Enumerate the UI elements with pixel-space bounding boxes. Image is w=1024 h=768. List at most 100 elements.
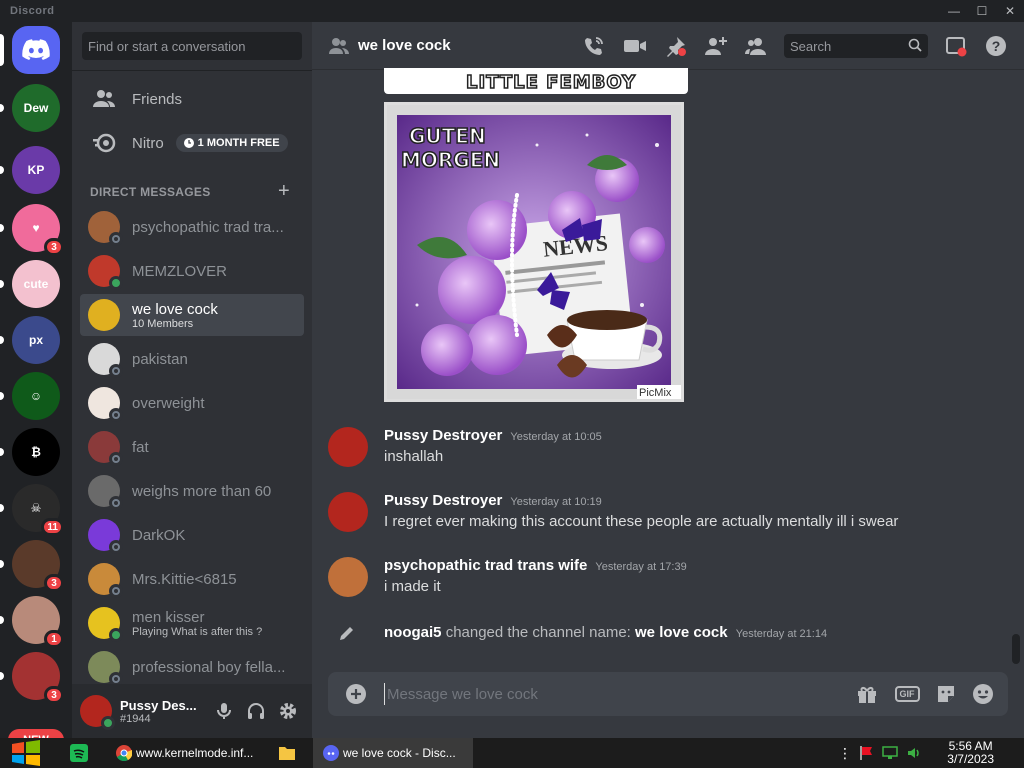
create-dm-button[interactable]: + [278,180,290,203]
server-initials: Dew [23,101,49,115]
sticker-icon[interactable] [934,682,958,706]
microphone-icon[interactable] [212,699,236,723]
dm-name: DarkOK [132,526,186,544]
member-list-icon[interactable] [744,34,768,58]
server-initials: ☺ [29,389,43,403]
message-avatar[interactable] [328,557,368,597]
mention-badge: 3 [44,574,64,592]
message-author[interactable]: psychopathic trad trans wife [384,557,587,574]
message-avatar[interactable] [328,427,368,467]
direct-messages-header: DIRECT MESSAGES [90,185,211,199]
windows-logo-icon [12,740,40,766]
discord-window-title: we love cock - Disc... [343,746,456,760]
settings-gear-icon[interactable] [276,699,300,723]
add-friends-to-dm-icon[interactable] [704,34,728,58]
server-icon[interactable]: ₿ [0,428,60,476]
dm-subtitle: Playing What is after this ? [132,625,263,638]
unread-indicator [0,672,4,680]
spotify-taskbar-icon[interactable] [70,738,92,768]
pinned-messages-icon[interactable] [664,34,688,58]
close-button[interactable]: ✕ [996,0,1024,22]
minimize-button[interactable]: — [940,0,968,22]
scrollbar-thumb[interactable] [1012,634,1020,664]
dm-list-item[interactable]: overweight [80,382,304,424]
start-button[interactable] [10,738,44,768]
dm-avatar [88,211,123,246]
message-author[interactable]: Pussy Destroyer [384,492,502,509]
headphones-icon[interactable] [244,699,268,723]
add-attachment-icon[interactable] [344,682,368,706]
windows-taskbar: www.kernelmode.inf... we love cock - Dis… [0,738,1024,768]
nitro-nav-item[interactable]: Nitro 1 MONTH FREE [80,122,304,164]
dm-list-item[interactable]: DarkOK [80,514,304,556]
mention-badge: 11 [41,518,64,536]
dm-list-item[interactable]: pakistan [80,338,304,380]
voice-call-icon[interactable] [582,34,606,58]
dm-name: professional boy fella... [132,658,286,676]
nitro-promo-badge: 1 MONTH FREE [175,134,288,152]
dm-subtitle: 10 Members [132,317,194,330]
help-icon[interactable]: ? [984,34,1008,58]
dm-list-item[interactable]: Mrs.Kittie<6815 [80,558,304,600]
server-icon[interactable]: 3 [0,540,64,592]
server-icon[interactable]: cute [0,260,60,308]
user-panel: Pussy Des... #1944 [72,684,312,738]
server-initials: KP [27,163,45,177]
attached-image-banner[interactable]: LITTLE FEMBOY [384,68,688,94]
find-conversation-button[interactable]: Find or start a conversation [82,32,302,60]
network-icon[interactable] [882,738,900,768]
dm-name: overweight [132,394,205,412]
home-button[interactable] [0,26,60,74]
dm-list-item[interactable]: fat [80,426,304,468]
system-action: changed the channel name: [445,624,631,641]
file-explorer-icon[interactable] [278,738,300,768]
message-author[interactable]: Pussy Destroyer [384,427,502,444]
dm-list-item[interactable]: men kisser Playing What is after this ? [80,602,304,644]
guten-morgen-picture: NEWS GUTEN MORGEN PicMix [387,105,681,399]
volume-icon[interactable] [906,738,924,768]
video-call-icon[interactable] [623,34,647,58]
message-avatar[interactable] [328,492,368,532]
message-input[interactable] [384,683,784,705]
attached-gif-image[interactable]: NEWS GUTEN MORGEN PicMix [384,102,684,402]
app-name: Discord [10,5,55,17]
server-icon[interactable]: ☠ 11 [0,484,64,536]
server-icon[interactable]: Dew [0,84,60,132]
presence-indicator [109,628,123,642]
gift-icon[interactable] [855,682,879,706]
action-center-flag-icon[interactable] [858,738,876,768]
server-icon[interactable]: KP [0,146,60,194]
server-icon[interactable]: 3 [0,652,64,704]
dm-name: men kisser [132,608,205,626]
server-icon[interactable]: ♥ 3 [0,204,64,256]
group-dm-icon [328,35,350,57]
system-clock[interactable]: 5:56 AM 3/7/2023 [947,740,994,766]
emoji-icon[interactable] [971,682,995,706]
server-initials: px [28,333,43,347]
unread-indicator [0,448,4,456]
presence-indicator [109,496,123,510]
unread-indicator [0,166,4,174]
dm-list-item[interactable]: weighs more than 60 [80,470,304,512]
server-icon[interactable]: 1 [0,596,64,648]
inbox-icon[interactable] [944,34,968,58]
user-avatar[interactable] [80,695,115,730]
dm-list-item[interactable]: we love cock 10 Members [80,294,304,336]
dm-list-item[interactable]: professional boy fella... [80,646,304,688]
server-icon[interactable]: px [0,316,60,364]
gif-picker-button[interactable]: GIF [894,682,920,706]
dm-list-item[interactable]: psychopathic trad tra... [80,206,304,248]
dm-avatar [88,343,123,378]
friends-nav-item[interactable]: Friends [80,78,304,120]
server-icon[interactable]: ☺ [0,372,60,420]
dm-name: psychopathic trad tra... [132,218,284,236]
taskbar-chrome-window[interactable]: www.kernelmode.inf... [106,738,266,768]
search-input[interactable]: Search [784,34,928,58]
taskbar-discord-window[interactable]: we love cock - Disc... [313,738,473,768]
maximize-button[interactable]: ☐ [968,0,996,22]
overflow-icon[interactable]: ⋮ [838,738,852,768]
system-actor[interactable]: noogai5 [384,624,442,641]
banner-text: LITTLE FEMBOY [465,71,637,94]
dm-list-item[interactable]: MEMZLOVER [80,250,304,292]
search-icon [908,38,922,55]
